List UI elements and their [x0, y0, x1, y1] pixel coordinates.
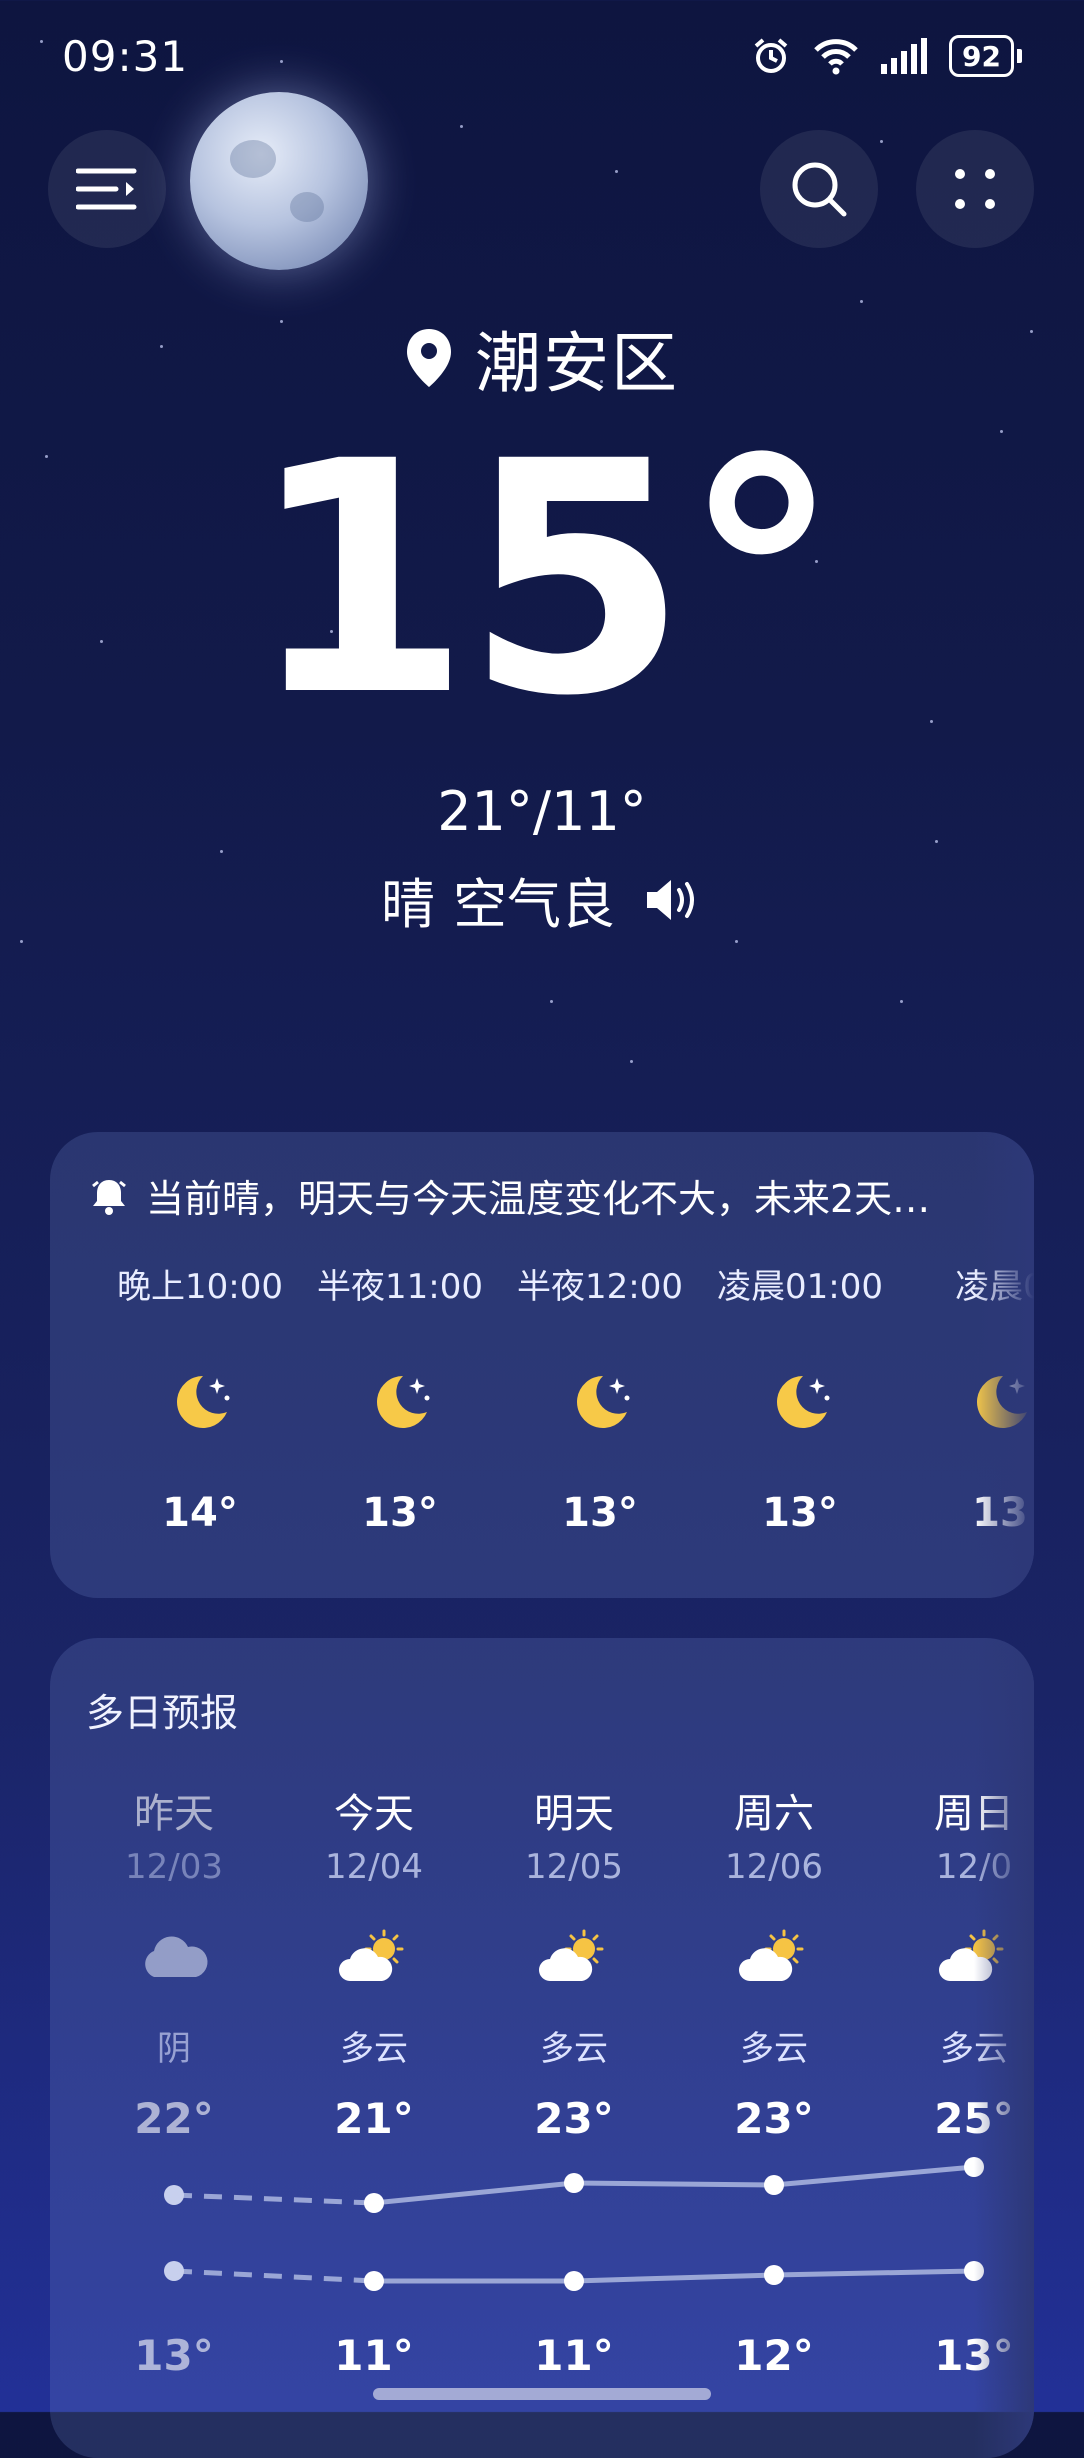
- alert-text: 当前晴，明天与今天温度变化不大，未来2天…: [146, 1177, 931, 1221]
- moon-stars-icon: [777, 1376, 830, 1428]
- daily-forecast-title: 多日预报: [86, 1691, 239, 1735]
- menu-button[interactable]: [48, 130, 166, 248]
- high-point: [164, 2185, 184, 2205]
- signal-icon: [881, 38, 928, 74]
- hour-time: 晚上10:00: [117, 1267, 283, 1307]
- wifi-icon: [814, 39, 858, 75]
- low-point: [764, 2265, 784, 2285]
- high-point: [764, 2175, 784, 2195]
- status-time: 09:31: [62, 31, 189, 81]
- high-point: [964, 2157, 984, 2177]
- current-temperature: 15°: [248, 394, 841, 766]
- grid-dots-icon: [955, 169, 995, 209]
- hour-temp: 13°: [562, 1490, 638, 1536]
- hour-time: 凌晨01:00: [717, 1267, 883, 1307]
- location-header[interactable]: 潮安区: [0, 310, 1084, 406]
- temperature-range: 21°/11°: [437, 780, 647, 843]
- air-quality[interactable]: 空气良: [453, 860, 615, 939]
- day-low: 12°: [734, 2331, 814, 2380]
- weather-alert[interactable]: 当前晴，明天与今天温度变化不大，未来2天…: [50, 1132, 1034, 1223]
- hour-temp: 13°: [362, 1490, 438, 1536]
- moon-stars-icon: [577, 1376, 630, 1428]
- hour-temp: 13°: [762, 1490, 838, 1536]
- high-point: [564, 2173, 584, 2193]
- hour-time: 半夜12:00: [517, 1267, 683, 1307]
- hour-temp: 13: [972, 1490, 1028, 1536]
- day-low: 11°: [334, 2331, 414, 2380]
- location-name: 潮安区: [475, 325, 679, 402]
- weather-condition: 晴: [381, 873, 435, 936]
- moon-stars-icon: [377, 1376, 430, 1428]
- high-point: [364, 2193, 384, 2213]
- hourly-item: 凌晨01:00 13°: [700, 1259, 900, 1536]
- more-options-button[interactable]: [916, 130, 1034, 248]
- hourly-item: 半夜12:00 13°: [500, 1259, 700, 1536]
- status-icons: 92: [751, 35, 1022, 77]
- alarm-icon: [754, 38, 788, 73]
- hour-time: 半夜11:00: [317, 1267, 483, 1307]
- day-low: 13°: [134, 2331, 214, 2380]
- moon-stars-icon: [177, 1376, 230, 1428]
- search-icon: [792, 162, 847, 217]
- speaker-icon[interactable]: [643, 876, 703, 924]
- bell-alert-icon: [92, 1179, 126, 1215]
- daily-forecast-card[interactable]: 多日预报 昨天 12/03 阴 22° 今天 12/04 多云 21° 明天 1…: [50, 1638, 1034, 2458]
- day-low: 11°: [534, 2331, 614, 2380]
- hourly-item: 凌晨0 13: [900, 1259, 1034, 1536]
- search-button[interactable]: [760, 130, 878, 248]
- daily-list[interactable]: 昨天 12/03 阴 22° 今天 12/04 多云 21° 明天 12/05: [50, 1781, 1034, 2458]
- hour-time: 凌晨0: [955, 1267, 1034, 1307]
- hourly-item: 半夜11:00 13°: [300, 1259, 500, 1536]
- menu-icon: [76, 168, 137, 210]
- hour-temp: 14°: [162, 1490, 238, 1536]
- status-bar: 09:31 92: [62, 28, 1022, 84]
- moon-stars-icon: [977, 1376, 1027, 1428]
- moon-image: [190, 92, 368, 270]
- temperature-trend-lines: [164, 2157, 984, 2291]
- low-point: [164, 2261, 184, 2281]
- hourly-list[interactable]: 晚上10:00 14° 半夜11:00 13° 半夜12:00 13° 凌晨01…: [50, 1259, 1034, 1536]
- home-indicator[interactable]: [373, 2388, 711, 2400]
- low-point: [364, 2271, 384, 2291]
- hourly-forecast-card[interactable]: 当前晴，明天与今天温度变化不大，未来2天… 晚上10:00 14° 半夜11:0…: [50, 1132, 1034, 1598]
- battery-indicator: 92: [949, 35, 1022, 77]
- day-low: 13°: [934, 2331, 1014, 2380]
- hourly-item: 晚上10:00 14°: [100, 1259, 300, 1536]
- battery-level: 92: [962, 39, 1001, 73]
- low-point: [964, 2261, 984, 2281]
- low-point: [564, 2271, 584, 2291]
- condition-row: 晴 空气良: [0, 860, 1084, 939]
- location-pin-icon: [407, 329, 451, 387]
